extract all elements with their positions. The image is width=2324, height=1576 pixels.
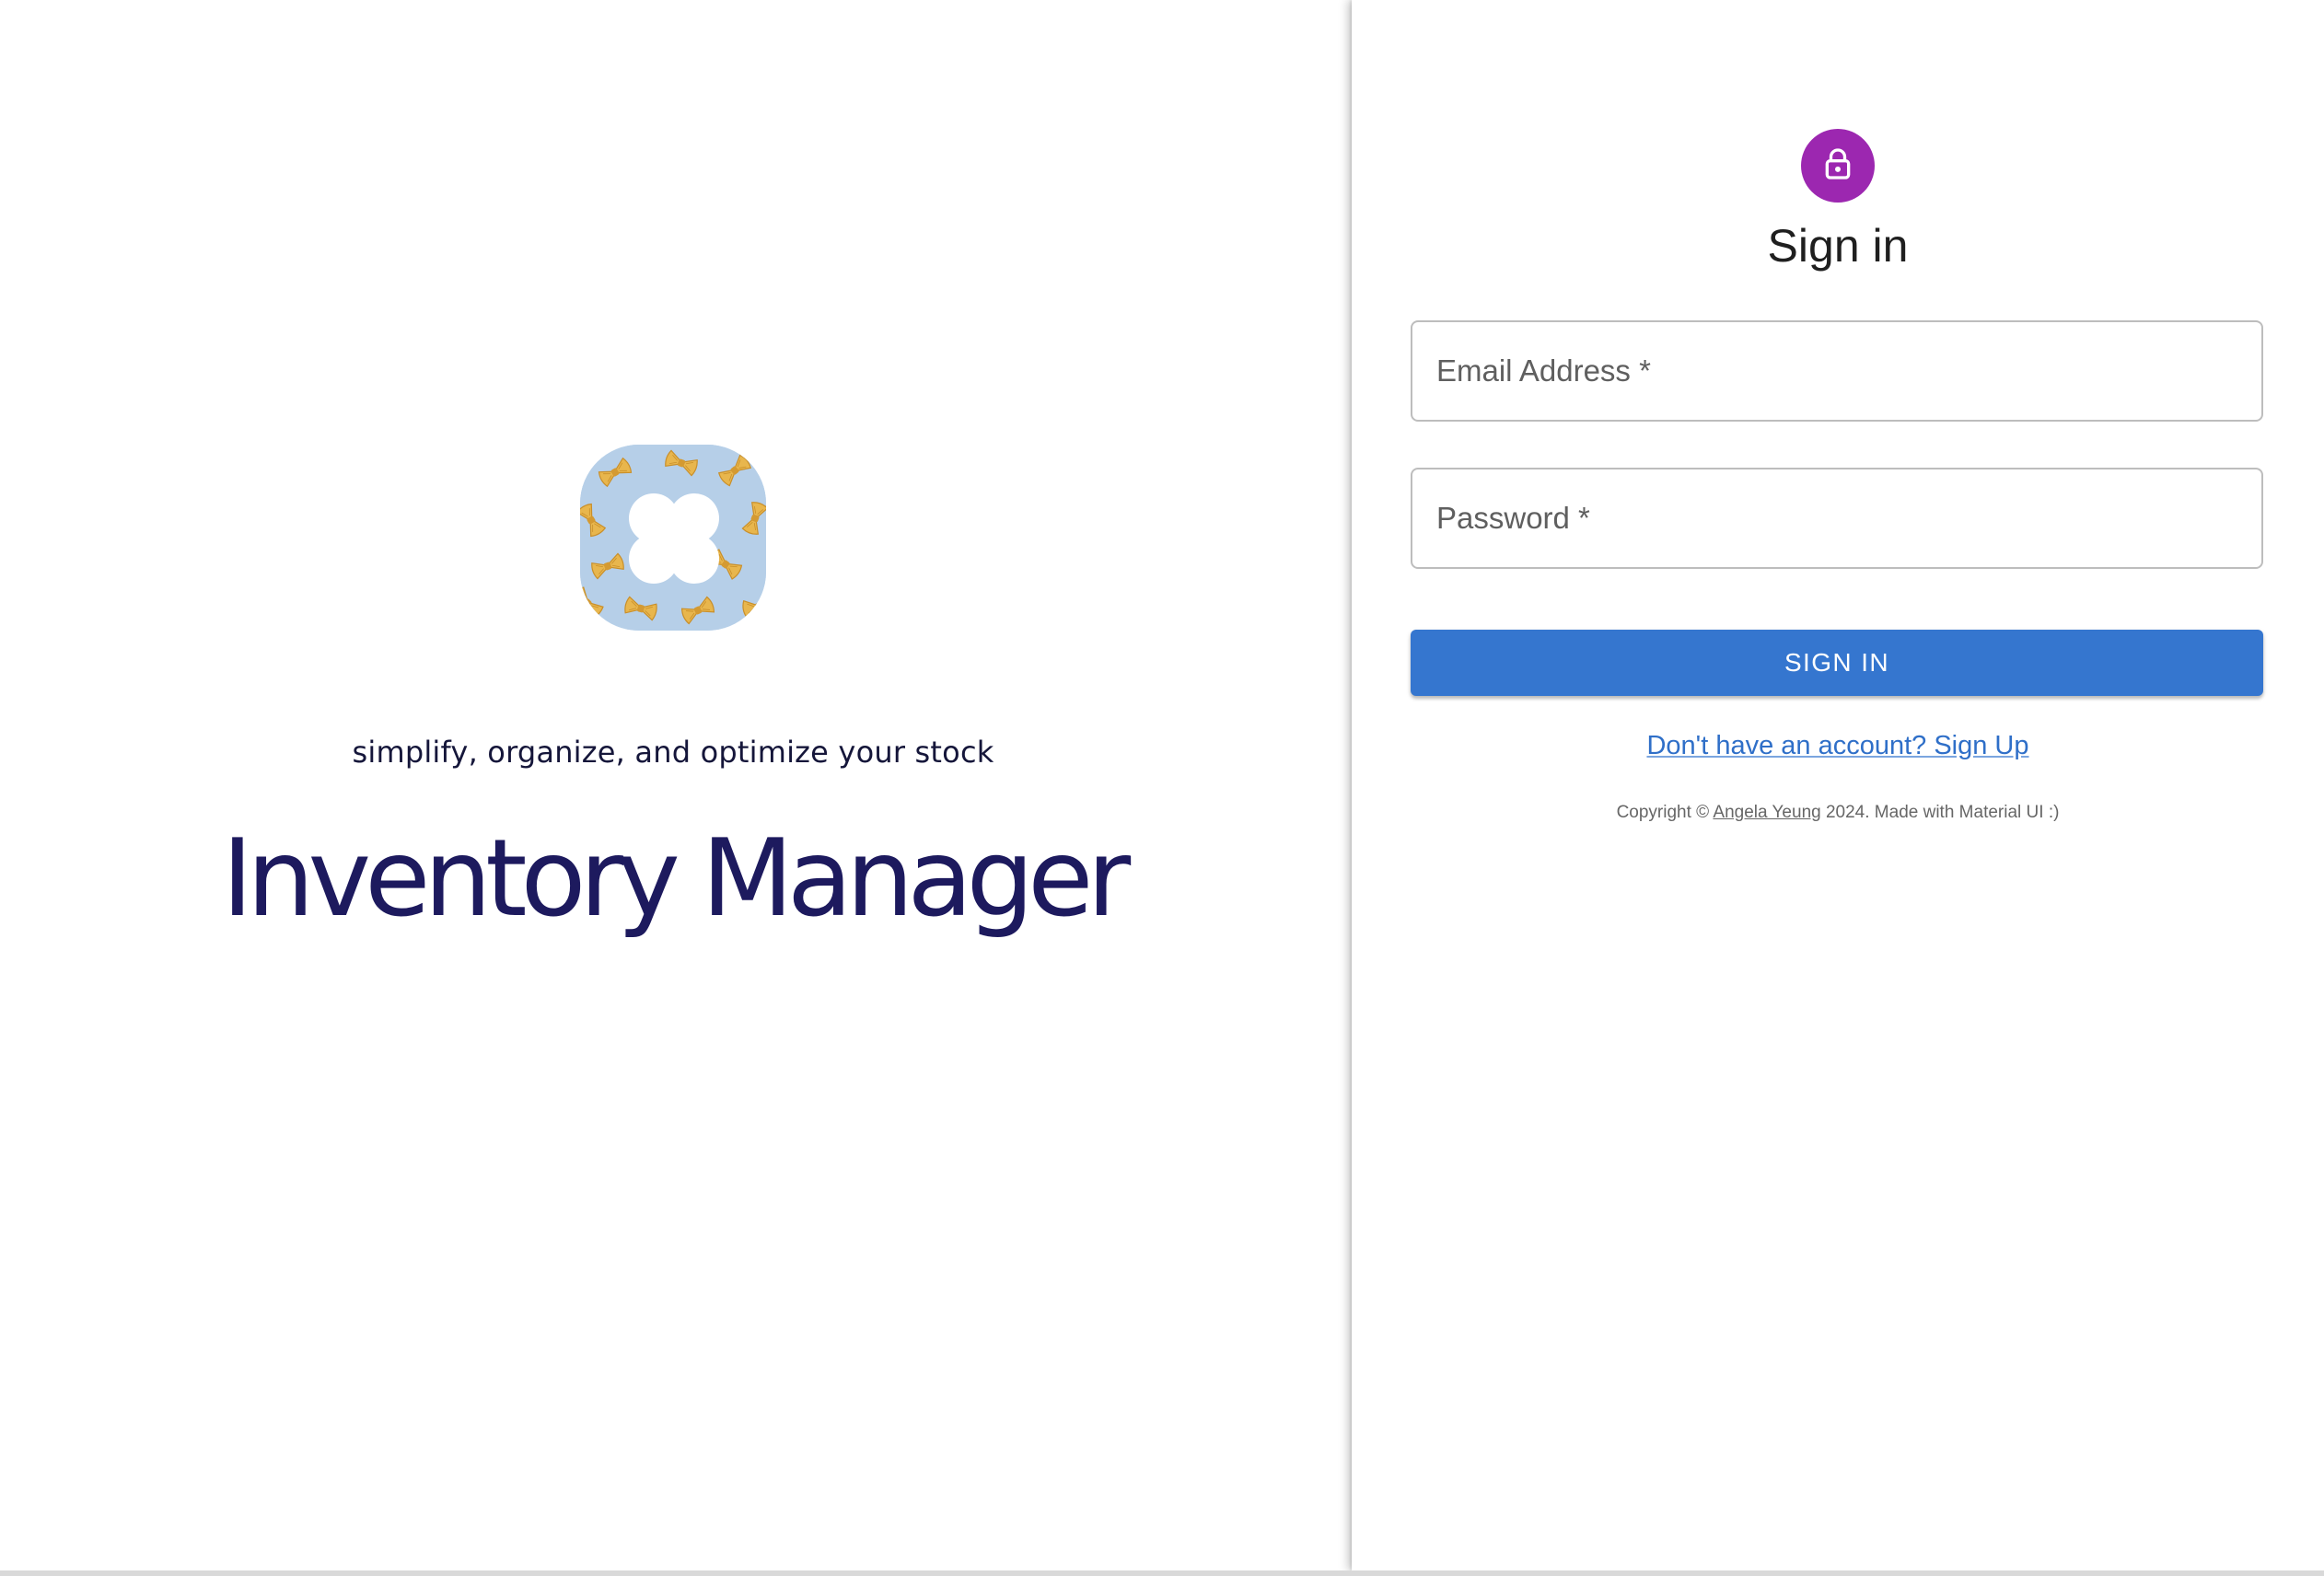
email-input[interactable] <box>1412 322 2261 420</box>
password-field[interactable]: Password * <box>1411 468 2263 569</box>
login-page: simplify, organize, and optimize your st… <box>0 0 2324 1576</box>
sign-up-link[interactable]: Don't have an account? Sign Up <box>1646 731 2028 760</box>
signin-title: Sign in <box>1767 220 1909 272</box>
lock-avatar <box>1801 129 1875 203</box>
sign-in-button[interactable]: SIGN IN <box>1411 630 2263 696</box>
app-title: Inventory Manager <box>221 817 1131 941</box>
brand-panel: simplify, organize, and optimize your st… <box>0 0 1352 1570</box>
window-bottom-edge <box>0 1570 2324 1576</box>
email-field[interactable]: Email Address * <box>1411 320 2263 422</box>
copyright-prefix: Copyright © <box>1616 803 1714 822</box>
pasta-flower-logo-icon <box>580 445 766 631</box>
signin-panel: Sign in Email Address * Password * SIGN … <box>1352 0 2324 1570</box>
password-input[interactable] <box>1412 469 2261 567</box>
copyright-suffix: 2024. Made with Material UI :) <box>1820 803 2060 822</box>
copyright-text: Copyright © Angela Yeung 2024. Made with… <box>1352 803 2324 823</box>
tagline: simplify, organize, and optimize your st… <box>352 735 994 770</box>
author-link[interactable]: Angela Yeung <box>1713 803 1820 822</box>
signup-link-row: Don't have an account? Sign Up <box>1352 731 2324 761</box>
lock-icon <box>1819 145 1856 187</box>
